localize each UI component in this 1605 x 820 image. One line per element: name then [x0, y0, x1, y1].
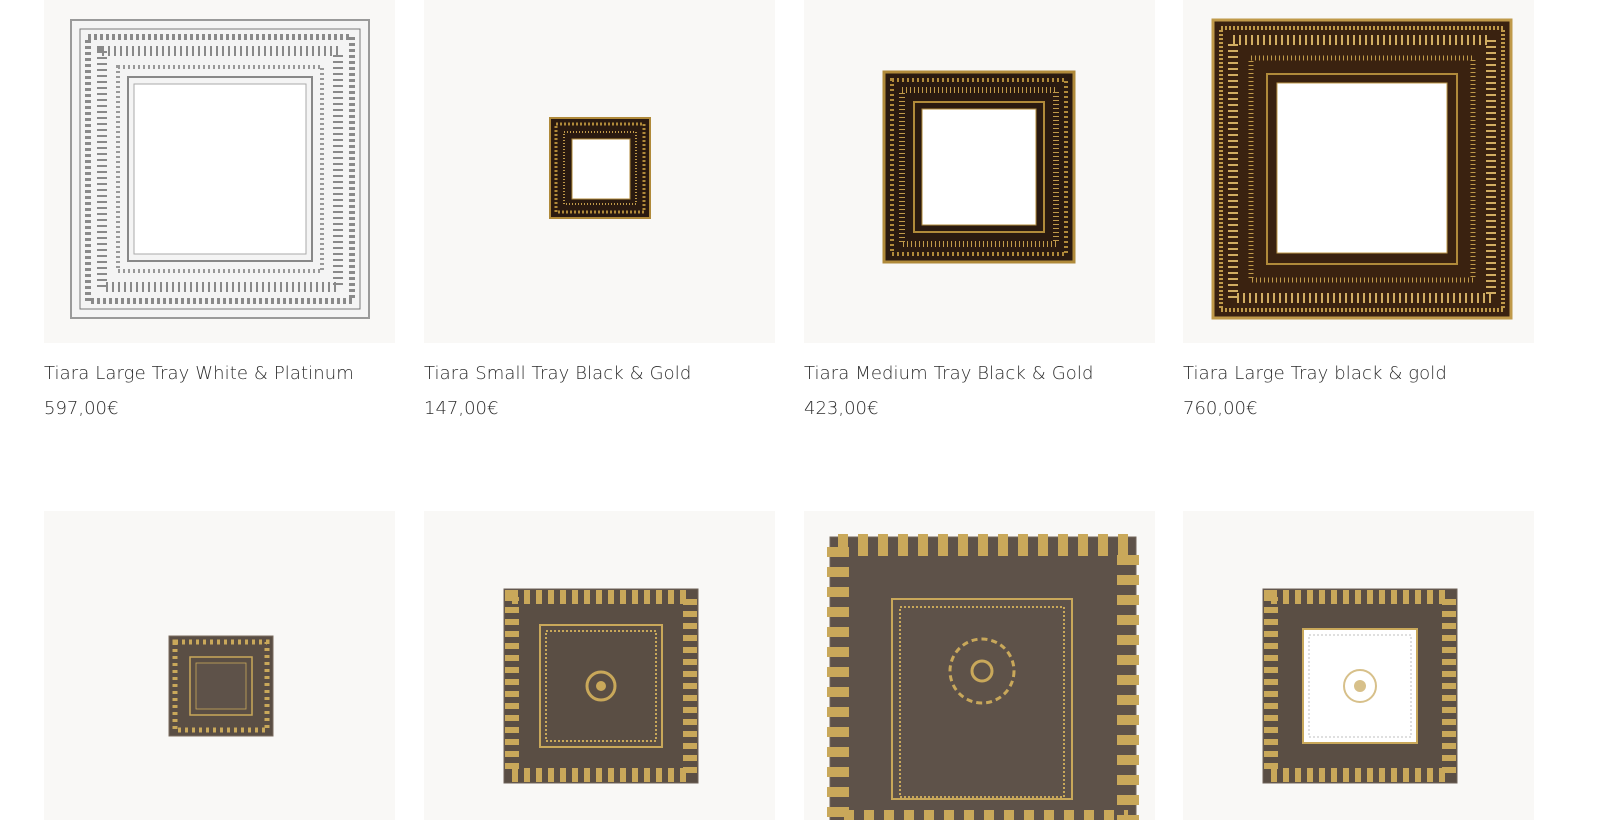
product-image[interactable]	[804, 0, 1155, 343]
tray-brown-gold-medium	[503, 588, 699, 784]
product-price: 423,00€	[804, 398, 879, 419]
product-name[interactable]: Tiara Large Tray White & Platinum	[44, 363, 395, 385]
product-price: 597,00€	[44, 398, 119, 419]
product-name[interactable]: Tiara Large Tray black & gold	[1183, 363, 1534, 385]
product-card[interactable]: Tiara Large Tray black & gold 760,00€	[1183, 0, 1534, 420]
product-card[interactable]	[804, 511, 1155, 820]
product-image[interactable]	[44, 511, 395, 820]
tray-black-gold-large	[1211, 18, 1513, 320]
product-card[interactable]: Tiara Medium Tray Black & Gold 423,00€	[804, 0, 1155, 420]
tray-black-gold-medium	[882, 70, 1076, 264]
tray-black-gold-small	[549, 117, 651, 219]
product-name[interactable]: Tiara Small Tray Black & Gold	[424, 363, 775, 385]
product-card[interactable]: Tiara Large Tray White & Platinum 597,00…	[44, 0, 395, 420]
product-price: 147,00€	[424, 398, 499, 419]
tray-brown-gold-large	[827, 534, 1139, 820]
product-card[interactable]	[44, 511, 395, 820]
product-image[interactable]	[44, 0, 395, 343]
product-price: 760,00€	[1183, 398, 1258, 419]
tray-brown-gold-white-center	[1262, 588, 1458, 784]
product-card[interactable]	[1183, 511, 1534, 820]
product-image[interactable]	[1183, 511, 1534, 820]
product-grid: Tiara Large Tray White & Platinum 597,00…	[0, 0, 1605, 820]
product-image[interactable]	[424, 511, 775, 820]
product-card[interactable]: Tiara Small Tray Black & Gold 147,00€	[424, 0, 775, 420]
product-image[interactable]	[424, 0, 775, 343]
tray-white-platinum-large	[70, 19, 370, 319]
tray-brown-gold-small	[168, 635, 274, 737]
product-card[interactable]	[424, 511, 775, 820]
product-image[interactable]	[804, 511, 1155, 820]
product-name[interactable]: Tiara Medium Tray Black & Gold	[804, 363, 1155, 385]
product-image[interactable]	[1183, 0, 1534, 343]
